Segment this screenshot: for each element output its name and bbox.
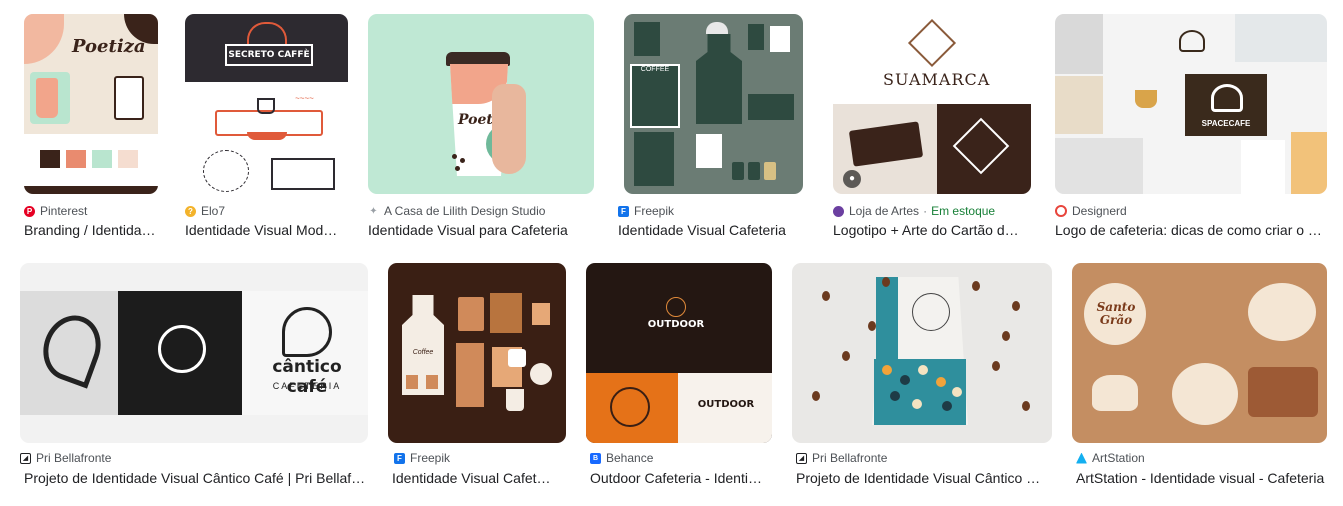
result-source[interactable]: Freepik (634, 204, 674, 218)
result-card[interactable]: COFFEE F Freepik Identidade Visual Cafet… (618, 14, 803, 244)
result-title[interactable]: Logo de cafeteria: dicas de como criar o… (1055, 222, 1323, 238)
result-card[interactable]: SUAMARCA ● Loja de Artes · Em estoque Lo… (833, 14, 1031, 244)
artstation-icon (1076, 452, 1087, 464)
thumbnail-logo-text: Santo Grão (1096, 300, 1136, 327)
behance-icon: B (590, 452, 601, 464)
result-thumbnail[interactable]: SPACECAFE (1055, 14, 1327, 194)
result-card[interactable]: ◢ Pri Bellafronte Projeto de Identidade … (792, 263, 1052, 493)
thumbnail-logo-text: Coffee (412, 349, 434, 356)
result-card[interactable]: Poetiza ✦ A Casa de Lilith Design Studio… (368, 14, 594, 244)
result-source[interactable]: ArtStation (1092, 451, 1145, 465)
result-title[interactable]: Outdoor Cafeteria - Identidade Visual (590, 470, 764, 486)
result-title[interactable]: Identidade Visual para Cafeteria (368, 222, 582, 238)
result-card[interactable]: cântico café CAFETERIA ◢ Pri Bellafronte… (20, 263, 368, 493)
result-thumbnail[interactable]: Santo Grão (1072, 263, 1327, 443)
result-source[interactable]: Loja de Artes (849, 204, 919, 218)
result-title[interactable]: Logotipo + Arte do Cartão de Visita (833, 222, 1021, 238)
result-title[interactable]: Projeto de Identidade Visual Cântico Caf… (24, 470, 366, 486)
result-source[interactable]: Behance (606, 451, 653, 465)
result-thumbnail[interactable]: OUTDOOR OUTDOOR (586, 263, 772, 443)
result-card[interactable]: Poetiza P Pinterest Branding / Identidad… (24, 14, 162, 244)
result-title[interactable]: ArtStation - Identidade visual - Cafeter… (1076, 470, 1326, 486)
result-card[interactable]: Santo Grão ArtStation ArtStation - Ident… (1072, 263, 1327, 493)
result-title[interactable]: Identidade Visual Cafeteria (618, 222, 806, 238)
result-thumbnail[interactable]: Poetiza (368, 14, 594, 194)
result-source[interactable]: A Casa de Lilith Design Studio (384, 204, 545, 218)
result-source[interactable]: Pri Bellafronte (812, 451, 887, 465)
result-card[interactable]: SPACECAFE Designerd Logo de cafeteria: d… (1055, 14, 1327, 244)
result-title[interactable]: Projeto de Identidade Visual Cântico Caf… (796, 470, 1048, 486)
result-title[interactable]: Identidade Visual Moderna (185, 222, 341, 238)
tag-icon: ● (843, 170, 861, 188)
designerd-icon (1055, 205, 1067, 217)
thumbnail-logo-text: SUAMARCA (883, 70, 991, 89)
result-source[interactable]: Freepik (410, 451, 450, 465)
loja-de-artes-icon (833, 205, 844, 217)
freepik-icon: F (618, 205, 629, 217)
result-title[interactable]: Branding / Identidade Visual (24, 222, 162, 238)
result-source[interactable]: Designerd (1072, 204, 1127, 218)
result-thumbnail[interactable]: Poetiza (24, 14, 158, 194)
freepik-icon: F (394, 452, 405, 464)
result-source[interactable]: Pri Bellafronte (36, 451, 111, 465)
result-thumbnail[interactable]: cântico café CAFETERIA (20, 263, 368, 443)
thumbnail-logo-text: cântico café (272, 357, 342, 397)
thumbnail-logo-text: OUTDOOR (647, 319, 705, 330)
stock-badge: Em estoque (931, 204, 996, 218)
result-thumbnail[interactable]: SUAMARCA ● (833, 14, 1031, 194)
thumbnail-logo-text: COFFEE (640, 66, 670, 73)
result-card[interactable]: SECRETO CAFFÈ ~~~~ ? Elo7 Identidade Vis… (185, 14, 348, 244)
pri-bellafronte-icon: ◢ (20, 452, 31, 464)
thumbnail-logo-text: SECRETO CAFFÈ (228, 50, 310, 60)
thumbnail-logo-text-2: OUTDOOR (697, 399, 755, 410)
thumbnail-logo-text: Poetiza (72, 36, 146, 57)
result-card[interactable]: OUTDOOR OUTDOOR B Behance Outdoor Cafete… (586, 263, 772, 493)
result-source[interactable]: Elo7 (201, 204, 225, 218)
result-thumbnail[interactable]: COFFEE (624, 14, 803, 194)
pinterest-icon: P (24, 205, 35, 217)
lilith-icon: ✦ (368, 205, 379, 217)
pri-bellafronte-icon: ◢ (796, 452, 807, 464)
elo7-icon: ? (185, 205, 196, 217)
result-thumbnail[interactable] (792, 263, 1052, 443)
thumbnail-logo-text: SPACECAFE (1201, 119, 1251, 128)
result-thumbnail[interactable]: SECRETO CAFFÈ ~~~~ (185, 14, 348, 194)
thumbnail-subtext: CAFETERIA (272, 381, 342, 391)
result-card[interactable]: Coffee F Freepik Identidade Visual Cafet… (388, 263, 566, 493)
result-thumbnail[interactable]: Coffee (388, 263, 566, 443)
result-title[interactable]: Identidade Visual Cafeteria (392, 470, 558, 486)
result-source[interactable]: Pinterest (40, 204, 87, 218)
